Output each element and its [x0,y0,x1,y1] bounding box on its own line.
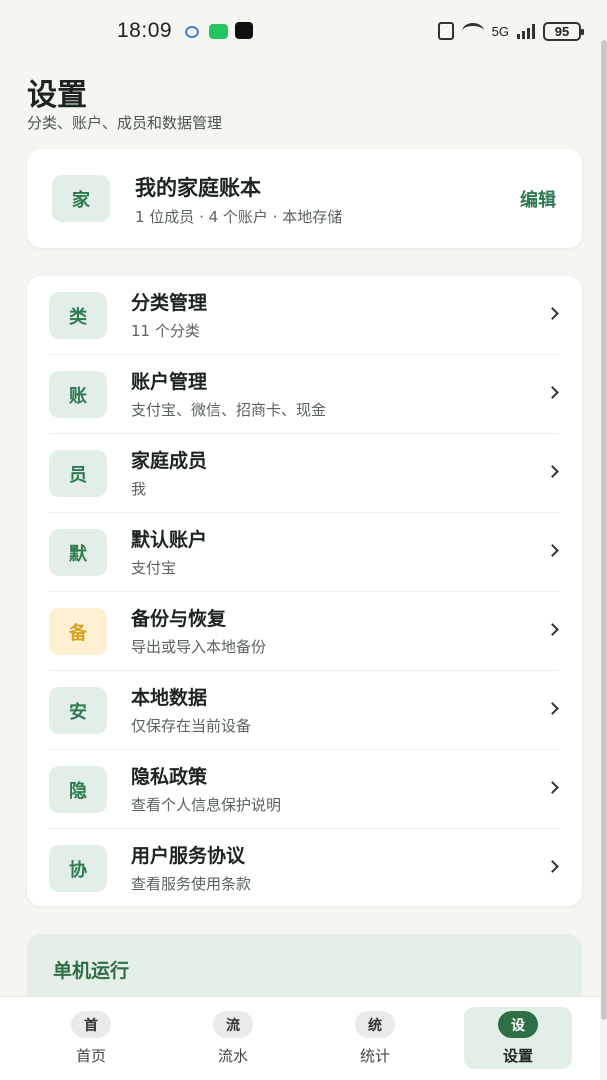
settings-item-default-account[interactable]: 默 默认账户 支付宝 [49,513,559,592]
wechat-icon [209,24,228,39]
offline-title: 单机运行 [53,960,130,982]
nav-settings[interactable]: 设 设置 [464,1007,572,1069]
chevron-right-icon [546,465,559,478]
settings-item-title: 默认账户 [131,529,208,551]
settings-item-subtitle: 查看服务使用条款 [131,875,252,893]
nfc-icon [437,22,454,40]
page-subtitle: 分类、账户、成员和数据管理 [27,114,223,132]
settings-item-title: 家庭成员 [131,450,208,472]
settings-item-backup[interactable]: 备 备份与恢复 导出或导入本地备份 [49,592,559,671]
settings-item-terms[interactable]: 协 用户服务协议 查看服务使用条款 [49,829,559,908]
settings-item-categories[interactable]: 类 分类管理 11 个分类 [49,276,559,355]
home-icon: 首 [71,1011,111,1038]
settings-item-subtitle: 支付宝 [131,559,177,577]
settings-item-title: 备份与恢复 [131,608,227,630]
scrollbar[interactable] [601,40,607,1020]
default-badge: 默 [49,529,107,576]
category-badge: 类 [49,292,107,339]
ledger-meta: 1 位成员 · 4 个账户 · 本地存储 [135,208,343,226]
backup-badge: 备 [49,608,107,655]
settings-item-title: 用户服务协议 [131,845,246,867]
chevron-right-icon [546,860,559,873]
settings-item-title: 隐私政策 [131,766,208,788]
settings-item-subtitle: 我 [131,480,147,498]
settings-item-subtitle: 导出或导入本地备份 [131,638,267,656]
ledger-name: 我的家庭账本 [135,176,261,200]
member-badge: 员 [49,450,107,497]
battery-level: 95 [554,23,570,39]
agreement-badge: 协 [49,845,107,892]
nav-label: 设置 [502,1047,533,1065]
ledger-badge: 家 [52,175,110,222]
status-bar: 18:09 5G 95 [0,0,607,62]
edit-ledger-button[interactable]: 编辑 [520,186,556,212]
settings-item-title: 分类管理 [131,292,208,314]
settings-item-title: 本地数据 [131,687,208,709]
nav-label: 首页 [75,1047,106,1065]
chevron-right-icon [546,544,559,557]
network-type: 5G [491,23,509,39]
settings-item-privacy[interactable]: 隐 隐私政策 查看个人信息保护说明 [49,750,559,829]
chevron-right-icon [546,702,559,715]
settings-list: 类 分类管理 11 个分类 账 账户管理 支付宝、微信、招商卡、现金 员 家庭成… [27,276,582,906]
transactions-icon: 流 [213,1011,253,1038]
battery-icon: 95 [543,21,584,41]
signal-icon [517,23,535,39]
message-icon [185,26,199,38]
settings-item-local-data[interactable]: 安 本地数据 仅保存在当前设备 [49,671,559,750]
nav-label: 统计 [359,1047,390,1065]
nav-label: 流水 [217,1047,248,1065]
status-time: 18:09 [117,19,173,42]
settings-item-accounts[interactable]: 账 账户管理 支付宝、微信、招商卡、现金 [49,355,559,434]
tiktok-icon [235,22,253,39]
chevron-right-icon [546,386,559,399]
chevron-right-icon [546,781,559,794]
nav-home[interactable]: 首 首页 [37,1007,145,1069]
page-title: 设置 [27,78,87,113]
settings-item-members[interactable]: 员 家庭成员 我 [49,434,559,513]
nav-statistics[interactable]: 统 统计 [321,1007,429,1069]
settings-item-subtitle: 支付宝、微信、招商卡、现金 [131,401,327,419]
chevron-right-icon [546,307,559,320]
security-badge: 安 [49,687,107,734]
settings-item-subtitle: 查看个人信息保护说明 [131,796,282,814]
nav-transactions[interactable]: 流 流水 [179,1007,287,1069]
status-right: 5G 95 [437,20,584,42]
wifi-icon [461,23,484,39]
settings-icon: 设 [498,1011,538,1038]
settings-item-subtitle: 11 个分类 [131,322,200,340]
settings-item-title: 账户管理 [131,371,208,393]
bottom-nav: 首 首页 流 流水 统 统计 设 设置 [0,996,600,1080]
statistics-icon: 统 [355,1011,395,1038]
chevron-right-icon [546,623,559,636]
settings-item-subtitle: 仅保存在当前设备 [131,717,252,735]
ledger-card: 家 我的家庭账本 1 位成员 · 4 个账户 · 本地存储 编辑 [27,149,582,248]
account-badge: 账 [49,371,107,418]
privacy-badge: 隐 [49,766,107,813]
